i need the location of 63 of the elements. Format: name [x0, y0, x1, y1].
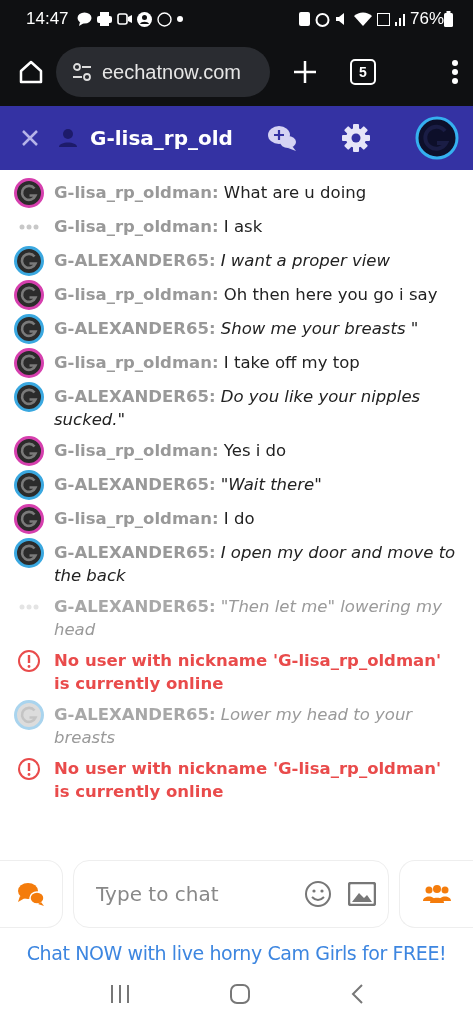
account-icon [136, 11, 152, 27]
users-button[interactable] [399, 860, 473, 928]
error-message: No user with nickname 'G-lisa_rp_oldman' is currently online [54, 650, 443, 695]
chat-message: G-lisa_rp_oldman: I do [54, 508, 256, 530]
menu-icon[interactable] [451, 59, 459, 85]
profile-avatar[interactable] [415, 116, 459, 160]
image-icon[interactable] [348, 882, 376, 906]
user-avatar[interactable] [14, 538, 44, 568]
chat-message: G-lisa_rp_oldman: Yes i do [54, 440, 288, 462]
chat-message: G-lisa_rp_oldman: Oh then here you go i say [54, 284, 439, 306]
close-icon[interactable] [20, 128, 40, 148]
address-bar[interactable]: eechatnow.com [56, 47, 270, 97]
printer-icon [96, 12, 112, 26]
chat-message: G-ALEXANDER65: I want a proper view [54, 250, 391, 272]
user-avatar[interactable] [14, 348, 44, 378]
home-icon[interactable] [18, 59, 44, 85]
settings-icon[interactable] [341, 123, 371, 153]
battery-icon [444, 11, 453, 27]
user-avatar[interactable] [14, 470, 44, 500]
chat-message: G-lisa_rp_oldman: I take off my top [54, 352, 361, 374]
chat-message: G-lisa_rp_oldman: What are u doing [54, 182, 368, 204]
user-icon [58, 128, 78, 148]
chat-bubbles-icon [17, 882, 45, 906]
back-icon[interactable] [349, 983, 364, 1005]
dot-icon [176, 16, 183, 22]
alert-icon [17, 757, 41, 781]
typing-dots-icon [19, 224, 39, 230]
alert-icon [17, 649, 41, 673]
new-chat-icon[interactable] [267, 124, 297, 152]
user-avatar[interactable] [14, 436, 44, 466]
video-camera-icon [116, 13, 132, 25]
user-avatar[interactable] [14, 246, 44, 276]
promo-link[interactable]: Chat NOW with live horny Cam Girls for FREE! [0, 942, 473, 964]
chat-rooms-button[interactable] [0, 860, 63, 928]
chat-title: G-lisa_rp_old [90, 126, 234, 150]
user-avatar[interactable] [14, 280, 44, 310]
new-tab-icon[interactable] [292, 59, 318, 85]
chat-input-field[interactable]: Type to chat [96, 882, 288, 906]
emoji-icon[interactable] [304, 880, 332, 908]
chat-message: G-ALEXANDER65: I open my door and move to the back [54, 542, 457, 587]
chat-message: G-ALEXANDER65: Lower my head to your breasts [54, 704, 414, 749]
typing-dots-icon [19, 604, 39, 610]
user-avatar[interactable] [14, 178, 44, 208]
user-avatar[interactable] [14, 504, 44, 534]
users-icon [422, 884, 451, 904]
home-button-icon[interactable] [229, 983, 252, 1005]
chat-message: G-ALEXANDER65: "Wait there" [54, 474, 323, 496]
tab-count-button[interactable]: 5 [350, 59, 376, 85]
error-message: No user with nickname 'G-lisa_rp_oldman' is currently online [54, 758, 443, 803]
site-settings-icon[interactable] [72, 63, 92, 81]
wifi-icon [353, 12, 372, 26]
user-avatar[interactable] [14, 314, 44, 344]
recent-apps-icon[interactable] [109, 984, 132, 1004]
battery-percent: 76% [409, 9, 444, 29]
url-text: eechatnow.com [102, 60, 241, 84]
clock: 14:47 [26, 9, 69, 29]
chat-message: G-ALEXANDER65: Show me your breasts " [54, 318, 420, 340]
user-avatar[interactable] [14, 382, 44, 412]
chat-message: G-lisa_rp_oldman: I ask [54, 216, 264, 238]
chat-message: G-ALEXANDER65: Do you like your nipples sucked." [54, 386, 422, 431]
signal-icon [394, 12, 406, 26]
chat-bubble-icon [76, 12, 92, 26]
chat-message: G-ALEXANDER65: "Then let me" lowering my head [54, 596, 443, 641]
